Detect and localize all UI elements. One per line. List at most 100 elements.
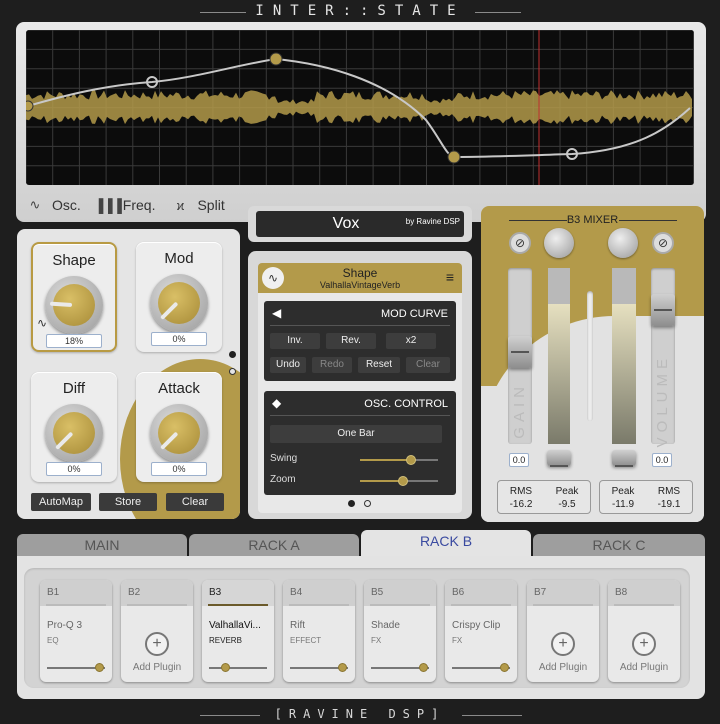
slider-thumb[interactable] xyxy=(338,663,348,672)
slot-number: B6 xyxy=(445,580,517,606)
add-plugin-icon[interactable]: + xyxy=(632,632,656,656)
graph-tab-freq[interactable]: ▌▌▌ Freq. xyxy=(99,197,156,213)
paint-bucket-icon[interactable]: ◆ xyxy=(272,396,281,410)
phase-invert-icon[interactable]: ⊘ xyxy=(509,232,531,254)
plugin-slot-b4[interactable]: B4 Rift EFFECT xyxy=(283,580,355,682)
mod-knob[interactable] xyxy=(150,274,208,332)
slot-mix-slider[interactable] xyxy=(290,663,348,672)
phase-invert-icon[interactable]: ⊘ xyxy=(652,232,674,254)
volume-value[interactable]: 0.0 xyxy=(652,453,672,467)
reset-button[interactable]: Reset xyxy=(358,357,400,373)
attack-knob[interactable] xyxy=(150,404,208,462)
device-target: ValhallaVintageVerb xyxy=(319,280,401,290)
plugin-slot-b7[interactable]: B7 + Add Plugin xyxy=(527,580,599,682)
preset-selector[interactable]: Vox by Ravine DSP xyxy=(256,211,464,237)
plugin-type: EFFECT xyxy=(290,636,322,645)
reverse-button[interactable]: Rev. xyxy=(326,333,376,349)
automap-button[interactable]: AutoMap xyxy=(31,493,91,511)
plugin-slot-b8[interactable]: B8 + Add Plugin xyxy=(608,580,680,682)
meter-handle[interactable] xyxy=(612,450,636,467)
add-plugin-icon[interactable]: + xyxy=(551,632,575,656)
plugin-slot-b2[interactable]: B2 + Add Plugin xyxy=(121,580,193,682)
shape-knob[interactable] xyxy=(45,276,103,334)
page-dot[interactable] xyxy=(364,500,371,507)
slot-number: B4 xyxy=(283,580,355,606)
tab-rack-c[interactable]: RACK C xyxy=(533,534,705,556)
swing-slider[interactable] xyxy=(360,455,438,465)
knob-card-diff[interactable]: Diff 0% xyxy=(31,372,117,482)
pan-knob-left[interactable] xyxy=(544,228,574,258)
curve-node[interactable] xyxy=(269,52,283,66)
stat-value: -11.9 xyxy=(611,499,635,510)
modulation-curve-display[interactable] xyxy=(26,30,694,185)
knob-value[interactable]: 0% xyxy=(151,332,207,346)
input-meter xyxy=(548,268,570,444)
curve-node[interactable] xyxy=(447,150,461,164)
output-meter xyxy=(612,268,636,444)
plugin-slot-b6[interactable]: B6 Crispy Clip FX xyxy=(445,580,517,682)
rate-selector[interactable]: One Bar xyxy=(270,425,442,443)
plugin-slot-b5[interactable]: B5 Shade FX xyxy=(364,580,436,682)
diff-knob[interactable] xyxy=(45,404,103,462)
device-title: Shape xyxy=(342,266,378,280)
stat-label: Peak xyxy=(611,486,635,497)
knob-value[interactable]: 0% xyxy=(151,462,207,476)
meter-handle[interactable] xyxy=(547,450,571,467)
slot-mix-slider[interactable] xyxy=(452,663,510,672)
sine-wave-icon: ∿ xyxy=(37,316,48,330)
slider-thumb[interactable] xyxy=(221,663,231,672)
device-panel: ∿ Shape ValhallaVintageVerb ≡ ◀ MOD CURV… xyxy=(248,251,472,519)
zoom-slider[interactable] xyxy=(360,476,438,486)
hamburger-menu-icon[interactable]: ≡ xyxy=(446,269,454,285)
stat-value: -16.2 xyxy=(509,499,533,510)
add-plugin-icon[interactable]: + xyxy=(145,632,169,656)
gain-fader-handle[interactable] xyxy=(508,336,532,368)
store-button[interactable]: Store xyxy=(99,493,157,511)
stat-label: Peak xyxy=(555,486,579,497)
undo-button[interactable]: Undo xyxy=(270,357,306,373)
clear-button[interactable]: Clear xyxy=(166,493,224,511)
tab-rack-a[interactable]: RACK A xyxy=(189,534,359,556)
page-dot-active[interactable] xyxy=(348,500,355,507)
page-dot[interactable] xyxy=(229,368,236,375)
volume-fader-handle[interactable] xyxy=(651,294,675,326)
curve-canvas[interactable] xyxy=(26,30,694,185)
slider-thumb[interactable] xyxy=(419,663,429,672)
knob-card-shape[interactable]: Shape ∿ 18% xyxy=(31,242,117,352)
double-button[interactable]: x2 xyxy=(386,333,436,349)
slot-number: B2 xyxy=(121,580,193,606)
clear-curve-button[interactable]: Clear xyxy=(406,357,450,373)
plugin-slot-b1[interactable]: B1 Pro-Q 3 EQ xyxy=(40,580,112,682)
slider-thumb[interactable] xyxy=(500,663,510,672)
slot-number: B1 xyxy=(40,580,112,606)
knob-card-mod[interactable]: Mod 0% xyxy=(136,242,222,352)
page-dot-active[interactable] xyxy=(229,351,236,358)
knob-card-attack[interactable]: Attack 0% xyxy=(136,372,222,482)
swing-label: Swing xyxy=(270,453,298,464)
tab-rack-b[interactable]: RACK B xyxy=(361,530,531,556)
tab-main[interactable]: MAIN xyxy=(17,534,187,556)
plugin-slot-b3[interactable]: B3 ValhallaVi... REVERB xyxy=(202,580,274,682)
invert-button[interactable]: Inv. xyxy=(270,333,320,349)
slot-number: B3 xyxy=(202,580,274,606)
knob-value[interactable]: 18% xyxy=(46,334,102,348)
section-header: MOD CURVE xyxy=(380,308,448,320)
gain-value[interactable]: 0.0 xyxy=(509,453,529,467)
graph-tab-split[interactable]: ϰ Split xyxy=(173,197,225,213)
slot-mix-slider[interactable] xyxy=(371,663,429,672)
device-header: ∿ Shape ValhallaVintageVerb ≡ xyxy=(258,263,462,293)
slider-thumb[interactable] xyxy=(95,663,105,672)
slot-mix-slider[interactable] xyxy=(209,663,267,672)
plugin-name: Rift xyxy=(290,620,305,631)
knob-value[interactable]: 0% xyxy=(46,462,102,476)
slot-mix-slider[interactable] xyxy=(47,663,105,672)
width-fader[interactable] xyxy=(587,291,593,421)
plugin-type: REVERB xyxy=(209,636,242,645)
collapse-arrow-icon[interactable]: ◀ xyxy=(272,306,281,320)
graph-tab-osc[interactable]: ∿ Osc. xyxy=(28,197,81,213)
curve-node[interactable] xyxy=(26,100,34,112)
gain-label: GAIN xyxy=(511,382,528,439)
redo-button[interactable]: Redo xyxy=(312,357,352,373)
slot-number: B7 xyxy=(527,580,599,606)
pan-knob-right[interactable] xyxy=(608,228,638,258)
